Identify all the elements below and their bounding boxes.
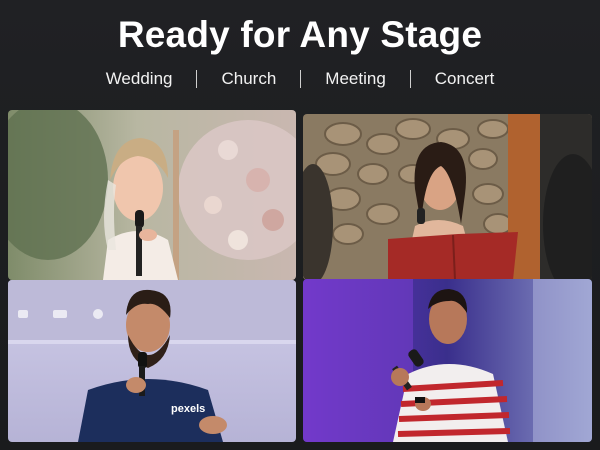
concert-photo [303,279,592,442]
church-reader-photo-icon [303,114,592,280]
church-photo [303,114,592,280]
tag-wedding: Wedding [105,69,173,88]
tag-meeting: Meeting [325,69,386,88]
page-title: Ready for Any Stage [117,14,483,55]
meeting-speaker-photo-icon: pexels [8,280,296,442]
shirt-logo-text: pexels [171,403,205,415]
wedding-singer-photo-icon [8,110,296,280]
scene-tags: Wedding Church Meeting Concert [0,66,600,92]
page-root: Ready for Any Stage Wedding Church Meeti… [0,0,600,450]
tag-church: Church [221,69,277,88]
meeting-photo: pexels [8,280,296,442]
tag-concert: Concert [434,69,495,88]
wedding-photo [8,110,296,280]
concert-singer-photo-icon [303,279,592,442]
